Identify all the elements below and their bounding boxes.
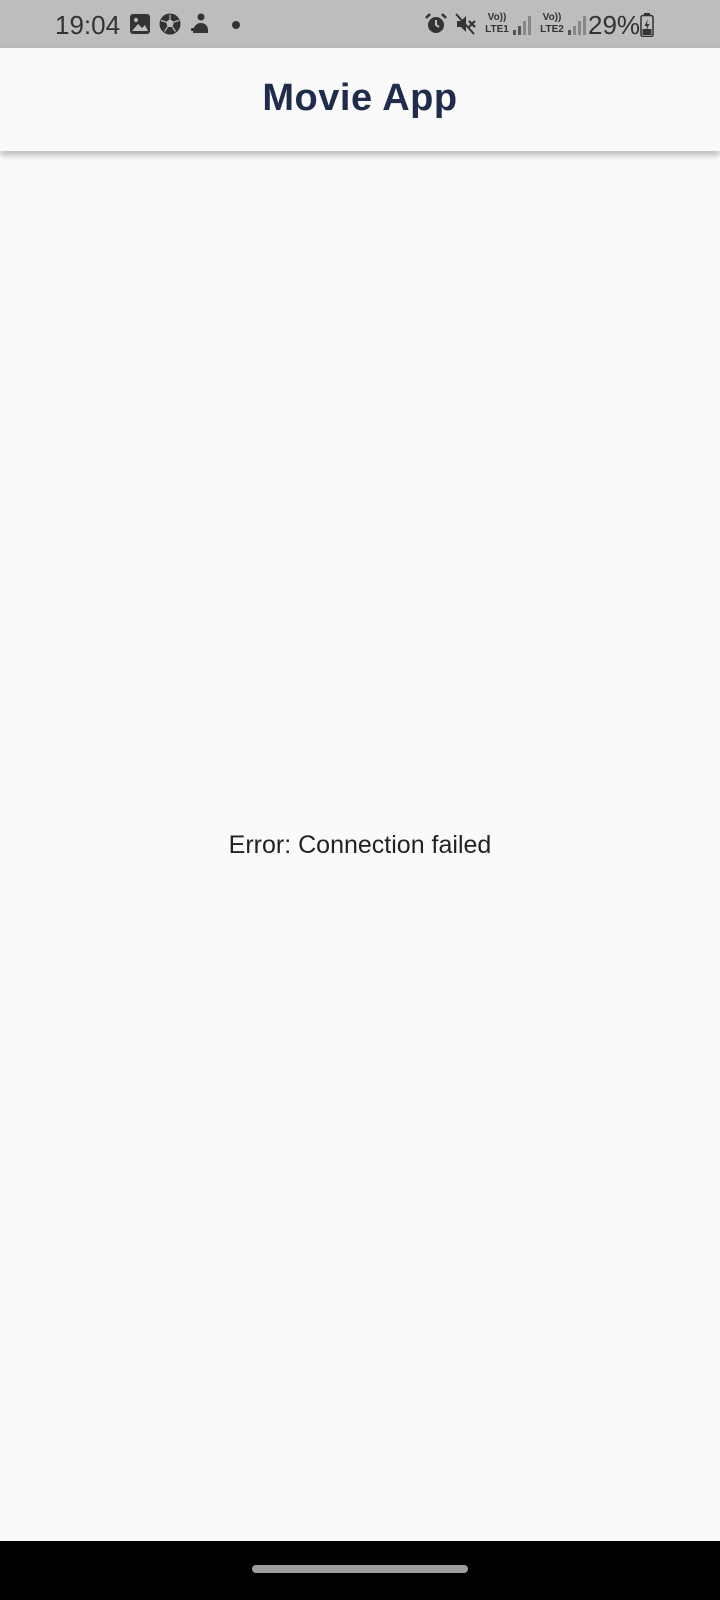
home-gesture-handle[interactable] [252,1565,468,1573]
main-content: Error: Connection failed [0,151,720,1541]
alarm-icon [424,12,448,36]
battery-charging-icon [640,13,654,37]
navigation-bar [0,1541,720,1600]
sim1-lte-label: Vo)) LTE1 [485,12,509,35]
status-time: 19:04 [55,10,121,40]
app-screen: 19:04 Vo)) LTE1 Vo)) LTE2 29% Movie App … [0,0,720,1600]
battery-percentage: 29% [588,10,641,40]
app-title: Movie App [262,77,458,119]
soccer-ball-icon [158,12,182,36]
error-message: Error: Connection failed [228,831,492,859]
gallery-icon [128,12,152,36]
notification-dot [232,21,240,29]
sim2-signal-icon [567,14,587,36]
app-notification-icon [188,12,212,36]
sim1-signal-icon [512,14,532,36]
sim2-lte-label: Vo)) LTE2 [540,12,564,35]
status-bar: 19:04 Vo)) LTE1 Vo)) LTE2 29% [0,0,720,48]
mute-icon [454,12,478,36]
app-bar: Movie App [0,48,720,151]
